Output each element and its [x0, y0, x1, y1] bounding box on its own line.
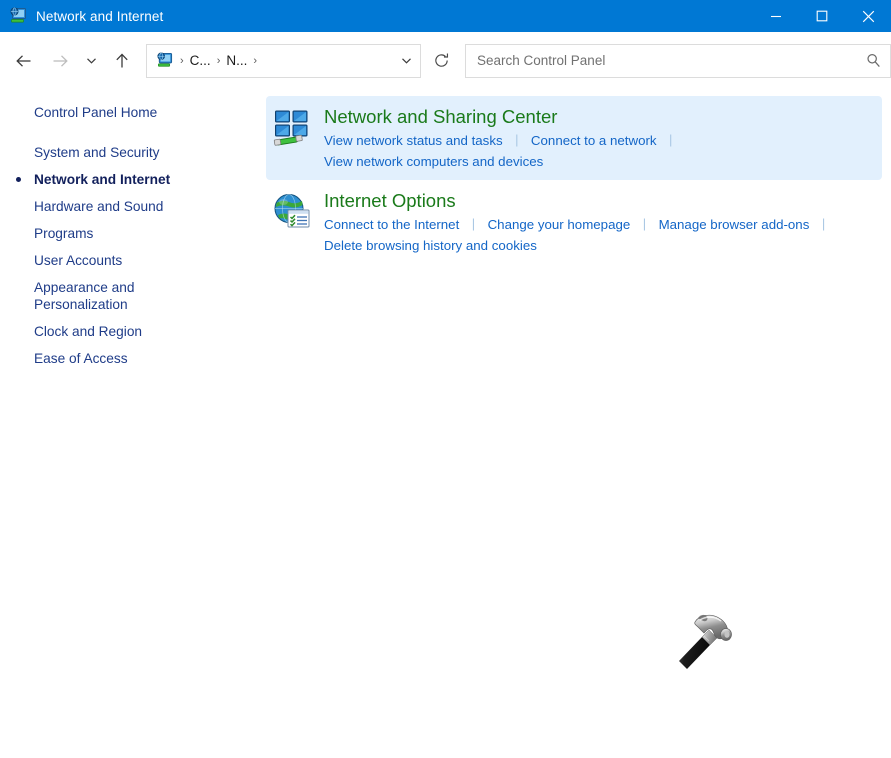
category-links-row: Delete browsing history and cookies	[324, 235, 882, 256]
network-monitor-icon	[9, 7, 27, 25]
sidebar-item-control-panel-home[interactable]: Control Panel Home	[0, 99, 266, 126]
link-separator: |	[472, 213, 475, 234]
address-bar[interactable]: › C... › N... ›	[146, 44, 421, 78]
category-list: Network and Sharing Center View network …	[266, 89, 891, 758]
sidebar-item-user-accounts[interactable]: User Accounts	[0, 247, 266, 274]
breadcrumb-item-control-panel[interactable]: C...	[187, 53, 214, 68]
link-view-network-status-and-tasks[interactable]: View network status and tasks	[324, 133, 503, 148]
back-button[interactable]	[6, 43, 42, 79]
sidebar-item-programs[interactable]: Programs	[0, 220, 266, 247]
link-change-your-homepage[interactable]: Change your homepage	[488, 217, 631, 232]
sidebar-item-appearance-and-personalization[interactable]: Appearance and Personalization	[0, 274, 266, 318]
maximize-icon[interactable]	[799, 0, 845, 32]
search-box[interactable]	[465, 44, 891, 78]
search-icon[interactable]	[856, 45, 890, 77]
category-links: Connect to the Internet | Change your ho…	[324, 214, 882, 256]
sidebar-item-hardware-and-sound[interactable]: Hardware and Sound	[0, 193, 266, 220]
close-icon[interactable]	[845, 0, 891, 32]
category-body: Network and Sharing Center View network …	[316, 106, 882, 172]
window-titlebar: Network and Internet	[0, 0, 891, 32]
breadcrumb-separator: ›	[250, 55, 260, 67]
category-network-and-sharing-center[interactable]: Network and Sharing Center View network …	[266, 96, 882, 180]
category-links-row: Connect to the Internet | Change your ho…	[324, 214, 882, 235]
link-view-network-computers-and-devices[interactable]: View network computers and devices	[324, 154, 543, 169]
link-separator: |	[669, 129, 672, 150]
forward-button[interactable]	[42, 43, 78, 79]
link-separator: |	[643, 213, 646, 234]
category-internet-options[interactable]: Internet Options Connect to the Internet…	[266, 180, 882, 264]
breadcrumb-item-network-and-internet[interactable]: N...	[223, 53, 250, 68]
network-sharing-center-icon	[270, 106, 316, 172]
sidebar-item-system-and-security[interactable]: System and Security	[0, 139, 266, 166]
category-links-row: View network computers and devices	[324, 151, 882, 172]
category-title[interactable]: Network and Sharing Center	[324, 106, 557, 128]
link-connect-to-the-internet[interactable]: Connect to the Internet	[324, 217, 459, 232]
sidebar-item-clock-and-region[interactable]: Clock and Region	[0, 318, 266, 345]
breadcrumb-separator: ›	[214, 55, 224, 67]
link-manage-browser-add-ons[interactable]: Manage browser add-ons	[659, 217, 810, 232]
refresh-button[interactable]	[423, 44, 459, 78]
link-separator: |	[515, 129, 518, 150]
link-separator: |	[822, 213, 825, 234]
network-monitor-icon	[156, 52, 173, 69]
recent-locations-button[interactable]	[78, 43, 104, 79]
category-links: View network status and tasks | Connect …	[324, 130, 882, 172]
sidebar-item-network-and-internet[interactable]: Network and Internet	[0, 166, 266, 193]
breadcrumb-separator: ›	[177, 55, 187, 67]
window-title: Network and Internet	[36, 9, 163, 24]
up-button[interactable]	[104, 43, 140, 79]
sidebar-navigation: Control Panel Home System and Security N…	[0, 89, 266, 758]
link-connect-to-a-network[interactable]: Connect to a network	[531, 133, 657, 148]
category-links-row: View network status and tasks | Connect …	[324, 130, 882, 151]
minimize-icon[interactable]	[753, 0, 799, 32]
chevron-down-icon[interactable]	[392, 45, 420, 77]
category-body: Internet Options Connect to the Internet…	[316, 190, 882, 256]
sidebar-item-ease-of-access[interactable]: Ease of Access	[0, 345, 266, 372]
navigation-toolbar: › C... › N... ›	[0, 32, 891, 89]
search-input[interactable]	[466, 52, 856, 69]
internet-options-globe-icon	[270, 190, 316, 256]
window-controls	[753, 0, 891, 32]
link-delete-browsing-history-and-cookies[interactable]: Delete browsing history and cookies	[324, 238, 537, 253]
content-area: Control Panel Home System and Security N…	[0, 89, 891, 758]
category-title[interactable]: Internet Options	[324, 190, 456, 212]
